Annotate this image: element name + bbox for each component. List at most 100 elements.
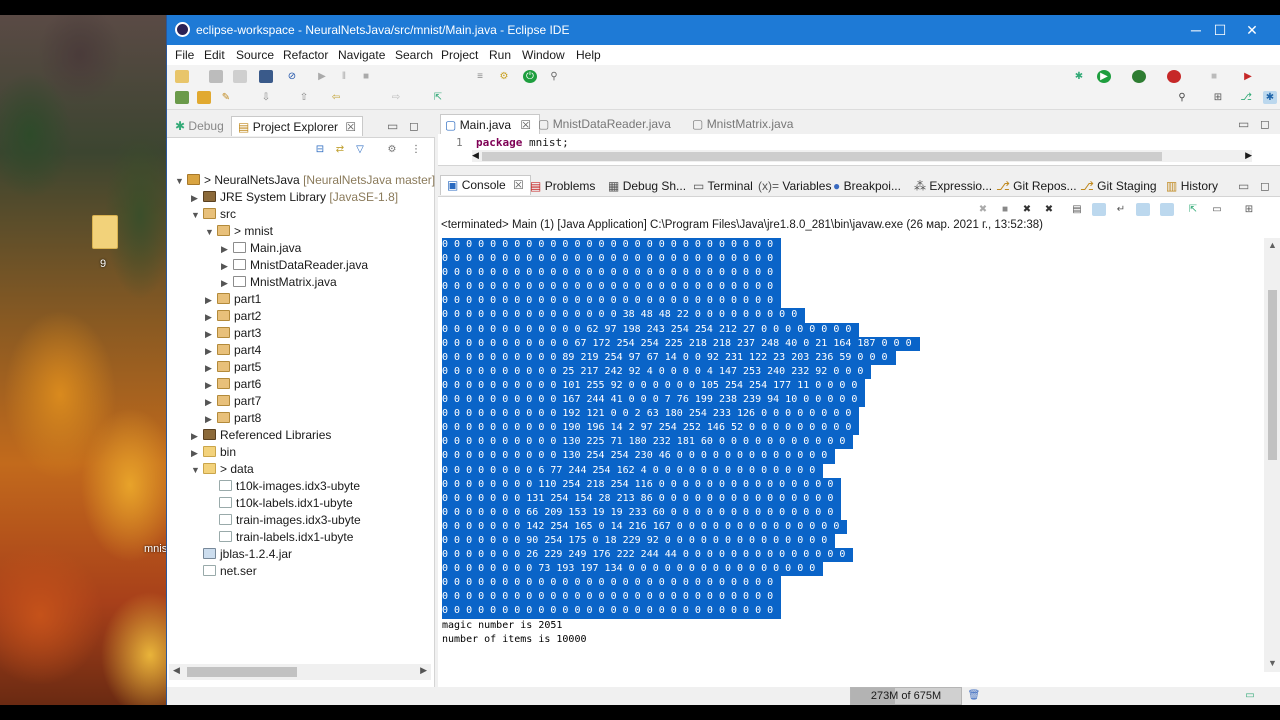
collapse-arrow-icon[interactable]: ▼ bbox=[175, 173, 187, 190]
tab-main-java[interactable]: ▢ Main.java ☒ bbox=[440, 114, 541, 134]
menu-project[interactable]: Project bbox=[441, 48, 478, 62]
tree-item-project[interactable]: ▼ > NeuralNetsJava [NeuralNetsJava master… bbox=[175, 172, 435, 189]
tree-item-part1[interactable]: ▶ part1 bbox=[205, 291, 261, 308]
tab-git-staging[interactable]: ⎇ Git Staging bbox=[1080, 177, 1157, 197]
expand-arrow-icon[interactable]: ▶ bbox=[205, 343, 217, 360]
tree-item-train-labels[interactable]: train-labels.idx1-ubyte bbox=[219, 529, 353, 546]
remove-launch-icon[interactable]: ✖ bbox=[976, 203, 990, 216]
open-folder-icon[interactable] bbox=[197, 91, 211, 104]
menu-help[interactable]: Help bbox=[576, 48, 601, 62]
tab-terminal[interactable]: ▭ Terminal bbox=[693, 177, 753, 197]
word-wrap-icon[interactable]: ↵ bbox=[1114, 203, 1128, 216]
tab-problems[interactable]: ▤ Problems bbox=[530, 177, 595, 197]
show-on-error-icon[interactable] bbox=[1160, 203, 1174, 216]
tab-expressions[interactable]: ⁂ Expressio... bbox=[914, 177, 992, 197]
scroll-down-icon[interactable]: ▼ bbox=[1268, 658, 1277, 668]
tree-item-t10k-images[interactable]: t10k-images.idx3-ubyte bbox=[219, 478, 360, 495]
view-menu-icon[interactable]: ⋮ bbox=[409, 143, 423, 156]
scroll-left-icon[interactable]: ◀ bbox=[173, 665, 180, 676]
display-console-icon[interactable]: ▭ bbox=[1210, 203, 1224, 216]
expand-arrow-icon[interactable]: ▶ bbox=[191, 190, 203, 207]
tree-item-mnist[interactable]: ▼ > mnist bbox=[205, 223, 273, 240]
clear-console-icon[interactable]: ▤ bbox=[1070, 203, 1084, 216]
tab-mnistmatrix-java[interactable]: ▢ MnistMatrix.java bbox=[692, 114, 793, 134]
maximize-view-icon[interactable]: ◻ bbox=[1260, 114, 1270, 134]
close-button[interactable]: ✕ bbox=[1229, 15, 1275, 45]
menu-edit[interactable]: Edit bbox=[204, 48, 225, 62]
tree-item-t10k-labels[interactable]: t10k-labels.idx1-ubyte bbox=[219, 495, 353, 512]
scroll-up-icon[interactable]: ▲ bbox=[1268, 240, 1277, 250]
expand-arrow-icon[interactable]: ▶ bbox=[221, 241, 233, 258]
terminate-icon[interactable]: ■ bbox=[359, 70, 373, 83]
garbage-collect-icon[interactable]: 🗑 bbox=[967, 689, 981, 702]
minimize-view-icon[interactable]: ▭ bbox=[387, 116, 398, 136]
expand-arrow-icon[interactable]: ▶ bbox=[205, 309, 217, 326]
tree-item-bin[interactable]: ▶ bin bbox=[191, 444, 236, 461]
close-tab-icon[interactable]: ☒ bbox=[345, 120, 356, 134]
prev-annotation-icon[interactable]: ⇧ bbox=[297, 91, 311, 104]
scroll-left-icon[interactable]: ◀ bbox=[472, 150, 479, 161]
debug-bug-icon[interactable]: ✱ bbox=[1072, 70, 1086, 83]
open-perspective-icon[interactable]: ⊞ bbox=[1211, 91, 1225, 104]
expand-arrow-icon[interactable]: ▶ bbox=[205, 411, 217, 428]
tab-history[interactable]: ▥ History bbox=[1166, 177, 1218, 197]
expand-arrow-icon[interactable]: ▶ bbox=[205, 326, 217, 343]
scroll-right-icon[interactable]: ▶ bbox=[1245, 150, 1252, 161]
debug-perspective-icon[interactable]: ✱ bbox=[1263, 91, 1277, 104]
search-icon[interactable]: ⚲ bbox=[1175, 91, 1189, 104]
expand-arrow-icon[interactable]: ▶ bbox=[191, 428, 203, 445]
menu-window[interactable]: Window bbox=[522, 48, 565, 62]
tree-item-train-images[interactable]: train-images.idx3-ubyte bbox=[219, 512, 361, 529]
minimize-view-icon[interactable]: ▭ bbox=[1238, 177, 1249, 197]
launch-icon[interactable]: ▶ bbox=[1241, 70, 1255, 83]
open-console-icon[interactable]: ⊞ bbox=[1242, 203, 1256, 216]
open-type-icon[interactable] bbox=[175, 91, 189, 104]
step-icon[interactable]: ≡ bbox=[473, 70, 487, 83]
pin-editor-icon[interactable]: ⇱ bbox=[431, 91, 445, 104]
tree-item-part8[interactable]: ▶ part8 bbox=[205, 410, 261, 427]
collapse-arrow-icon[interactable]: ▼ bbox=[191, 207, 203, 224]
filter-icon[interactable]: ▽ bbox=[353, 143, 367, 156]
status-indicator-icon[interactable]: ▭ bbox=[1243, 689, 1257, 702]
collapse-arrow-icon[interactable]: ▼ bbox=[191, 462, 203, 479]
tree-item-referenced-libraries[interactable]: ▶ Referenced Libraries bbox=[191, 427, 331, 444]
tab-breakpoints[interactable]: ● Breakpoi... bbox=[833, 177, 901, 197]
back-icon[interactable]: ⇦ bbox=[329, 91, 343, 104]
scrollbar-thumb[interactable] bbox=[1268, 290, 1277, 460]
tree-item-jre[interactable]: ▶ JRE System Library [JavaSE-1.8] bbox=[191, 189, 398, 206]
expand-arrow-icon[interactable]: ▶ bbox=[205, 394, 217, 411]
coverage-icon[interactable] bbox=[1132, 70, 1146, 83]
tab-git-repositories[interactable]: ⎇ Git Repos... bbox=[996, 177, 1077, 197]
tree-item-net-ser[interactable]: net.ser bbox=[203, 563, 257, 580]
tree-item-main-java[interactable]: ▶ Main.java bbox=[221, 240, 301, 257]
menu-file[interactable]: File bbox=[175, 48, 194, 62]
save-all-icon[interactable] bbox=[233, 70, 247, 83]
terminal-icon[interactable] bbox=[259, 70, 273, 83]
tree-item-mnistdatareader-java[interactable]: ▶ MnistDataReader.java bbox=[221, 257, 368, 274]
show-on-output-icon[interactable] bbox=[1136, 203, 1150, 216]
tab-project-explorer[interactable]: ▤ Project Explorer ☒ bbox=[231, 116, 364, 136]
remove-icon[interactable]: ✖ bbox=[1020, 203, 1034, 216]
console-vertical-scrollbar[interactable]: ▲ ▼ bbox=[1264, 238, 1280, 672]
tree-item-jblas-jar[interactable]: jblas-1.2.4.jar bbox=[203, 546, 292, 563]
tree-item-data[interactable]: ▼ > data bbox=[191, 461, 254, 478]
scrollbar-thumb[interactable] bbox=[482, 152, 1162, 161]
run-icon[interactable]: ▶ bbox=[1097, 70, 1111, 83]
close-tab-icon[interactable]: ☒ bbox=[520, 118, 531, 132]
menu-navigate[interactable]: Navigate bbox=[338, 48, 385, 62]
skip-breakpoints-icon[interactable]: ⊘ bbox=[285, 70, 299, 83]
scrollbar-thumb[interactable] bbox=[187, 667, 297, 677]
pin-icon[interactable]: ⚲ bbox=[547, 70, 561, 83]
tree-item-src[interactable]: ▼ src bbox=[191, 206, 236, 223]
expand-arrow-icon[interactable]: ▶ bbox=[205, 292, 217, 309]
minimize-view-icon[interactable]: ▭ bbox=[1238, 114, 1249, 134]
focus-icon[interactable]: ⚙ bbox=[385, 143, 399, 156]
scroll-right-icon[interactable]: ▶ bbox=[420, 665, 427, 676]
pin-console-icon[interactable]: ⇱ bbox=[1186, 203, 1200, 216]
tree-item-part2[interactable]: ▶ part2 bbox=[205, 308, 261, 325]
save-icon[interactable] bbox=[209, 70, 223, 83]
menu-run[interactable]: Run bbox=[489, 48, 511, 62]
resume-icon[interactable]: ▶ bbox=[315, 70, 329, 83]
menu-search[interactable]: Search bbox=[395, 48, 433, 62]
tree-item-mnistmatrix-java[interactable]: ▶ MnistMatrix.java bbox=[221, 274, 337, 291]
